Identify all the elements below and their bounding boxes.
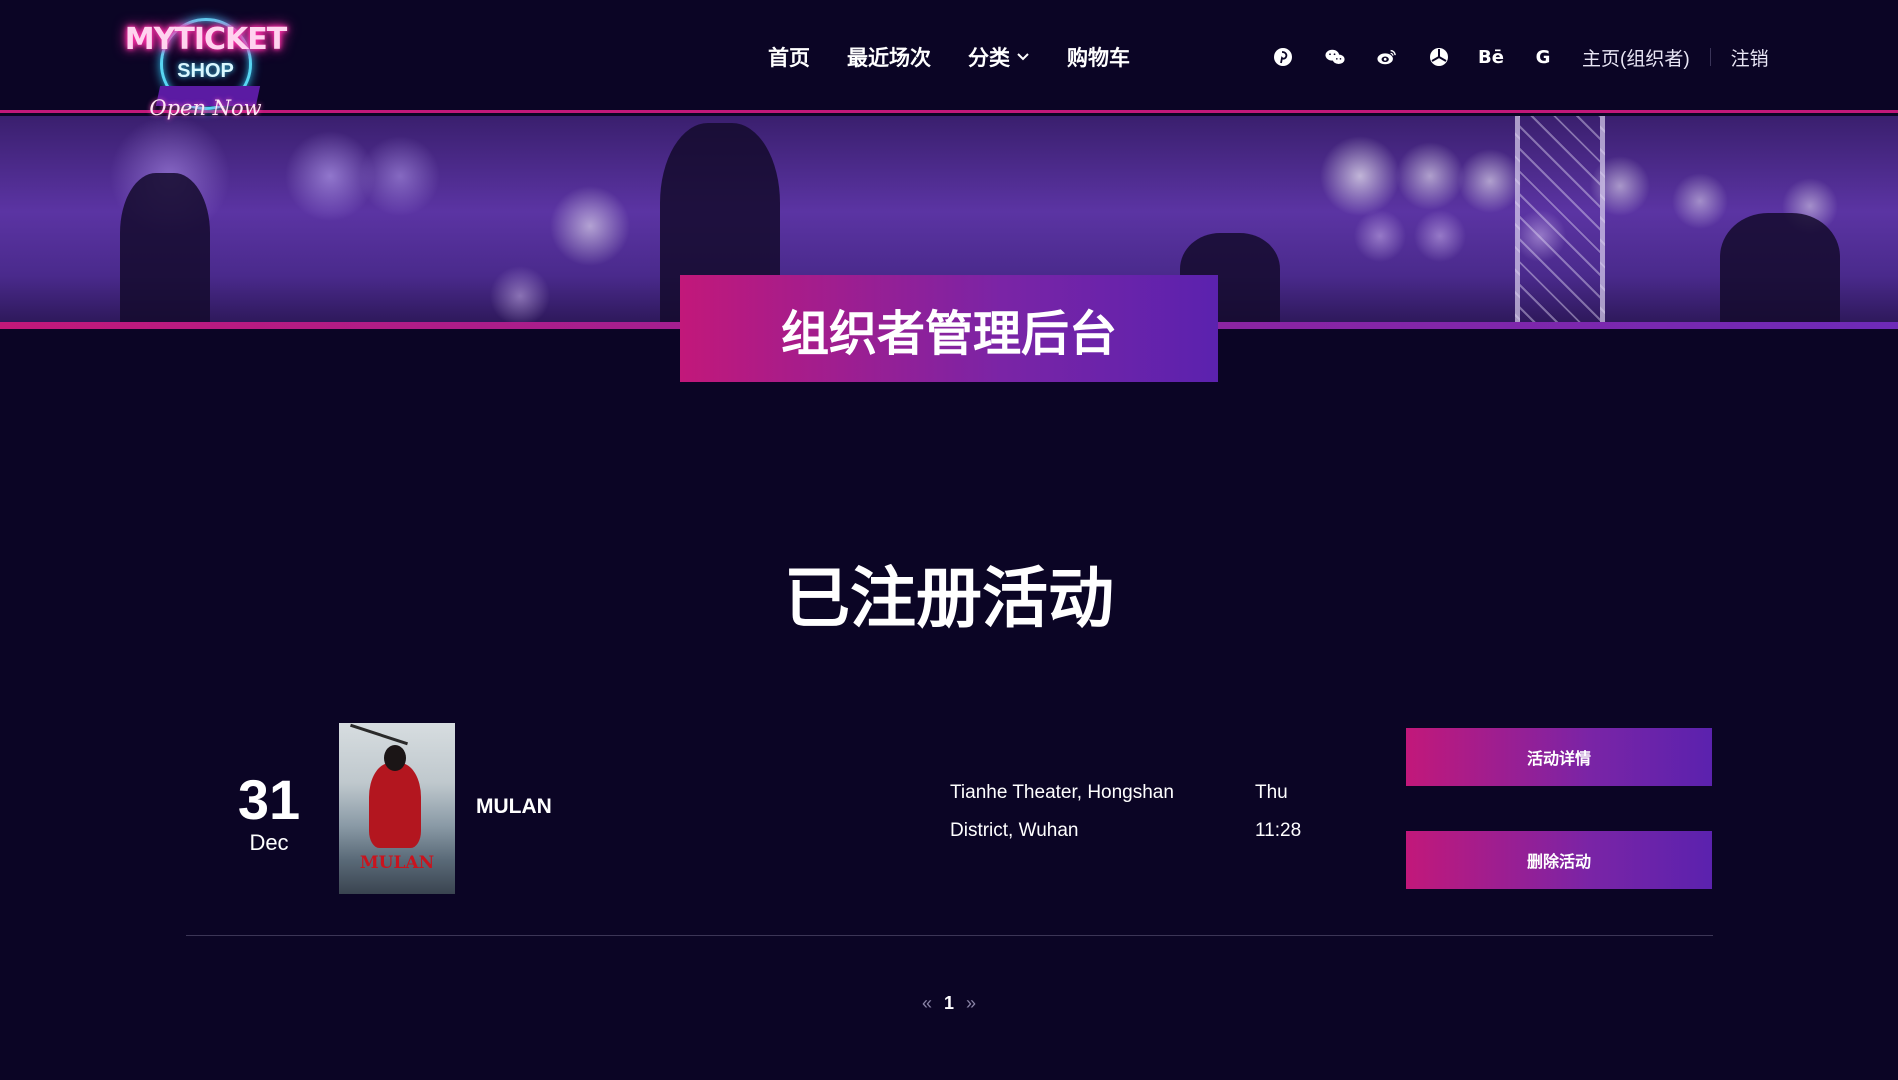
site-logo[interactable]: MYTICKET SHOP Open Now — [118, 8, 293, 120]
google-icon[interactable]: G — [1530, 44, 1556, 70]
pagination: « 1 » — [0, 993, 1898, 1014]
event-row: 31 Dec MULAN MULAN Tianhe Theater, Hongs… — [186, 720, 1713, 936]
organizer-home-link[interactable]: 主页(组织者) — [1582, 44, 1690, 71]
logo-brand-text: MYTICKET — [124, 22, 287, 57]
poster-head — [384, 745, 406, 771]
pinterest-icon[interactable] — [1270, 44, 1296, 70]
delete-event-button[interactable]: 删除活动 — [1406, 831, 1712, 889]
event-day: 31 — [237, 768, 301, 831]
divider — [1709, 48, 1711, 66]
nav-item-label: 分类 — [968, 46, 1010, 70]
event-details-button[interactable]: 活动详情 — [1406, 728, 1712, 786]
crowd-silhouette — [120, 173, 210, 323]
event-name[interactable]: MULAN — [476, 795, 552, 819]
section-title: 已注册活动 — [784, 560, 1114, 637]
pagination-prev[interactable]: « — [922, 993, 932, 1014]
nav-item-label: 最近场次 — [847, 46, 931, 70]
event-month: Dec — [249, 830, 289, 855]
yelp-icon[interactable] — [1426, 44, 1452, 70]
event-datetime: Thu 11:28 — [1255, 774, 1315, 850]
social-icons: Bē G — [1270, 43, 1582, 71]
poster-title: MULAN — [359, 853, 435, 873]
behance-icon[interactable]: Bē — [1478, 44, 1504, 70]
pagination-next[interactable]: » — [966, 993, 976, 1014]
logout-link[interactable]: 注销 — [1731, 44, 1769, 71]
logo-shop-text: SHOP — [177, 60, 234, 82]
main-nav: 首页 最近场次 分类 购物车 — [768, 42, 1167, 72]
event-poster[interactable]: MULAN — [339, 723, 455, 894]
page-title: 组织者管理后台 — [680, 275, 1218, 382]
event-time: 11:28 — [1255, 820, 1302, 841]
site-header: MYTICKET SHOP Open Now 首页 最近场次 分类 购物车 Bē… — [0, 0, 1898, 120]
nav-item-categories[interactable]: 分类 — [968, 42, 1030, 72]
poster-sword — [350, 723, 408, 746]
logo-tagline: Open Now — [149, 96, 262, 120]
nav-item-label: 首页 — [768, 46, 810, 70]
event-weekday: Thu — [1255, 782, 1288, 803]
event-venue: Tianhe Theater, Hongshan District, Wuhan — [950, 782, 1174, 841]
weibo-icon[interactable] — [1374, 44, 1400, 70]
wechat-icon[interactable] — [1322, 44, 1348, 70]
user-links: 主页(组织者) 注销 — [1582, 44, 1769, 70]
event-date: 31 Dec — [226, 770, 312, 856]
nav-item-cart[interactable]: 购物车 — [1067, 42, 1130, 72]
chevron-down-icon — [1017, 53, 1029, 61]
nav-item-label: 购物车 — [1067, 46, 1130, 70]
nav-item-recent-shows[interactable]: 最近场次 — [847, 42, 931, 72]
pagination-page-current[interactable]: 1 — [944, 993, 954, 1014]
poster-figure — [369, 763, 421, 848]
stage-truss-image — [1515, 116, 1605, 329]
nav-item-home[interactable]: 首页 — [768, 42, 810, 72]
crowd-silhouette — [1720, 213, 1840, 323]
